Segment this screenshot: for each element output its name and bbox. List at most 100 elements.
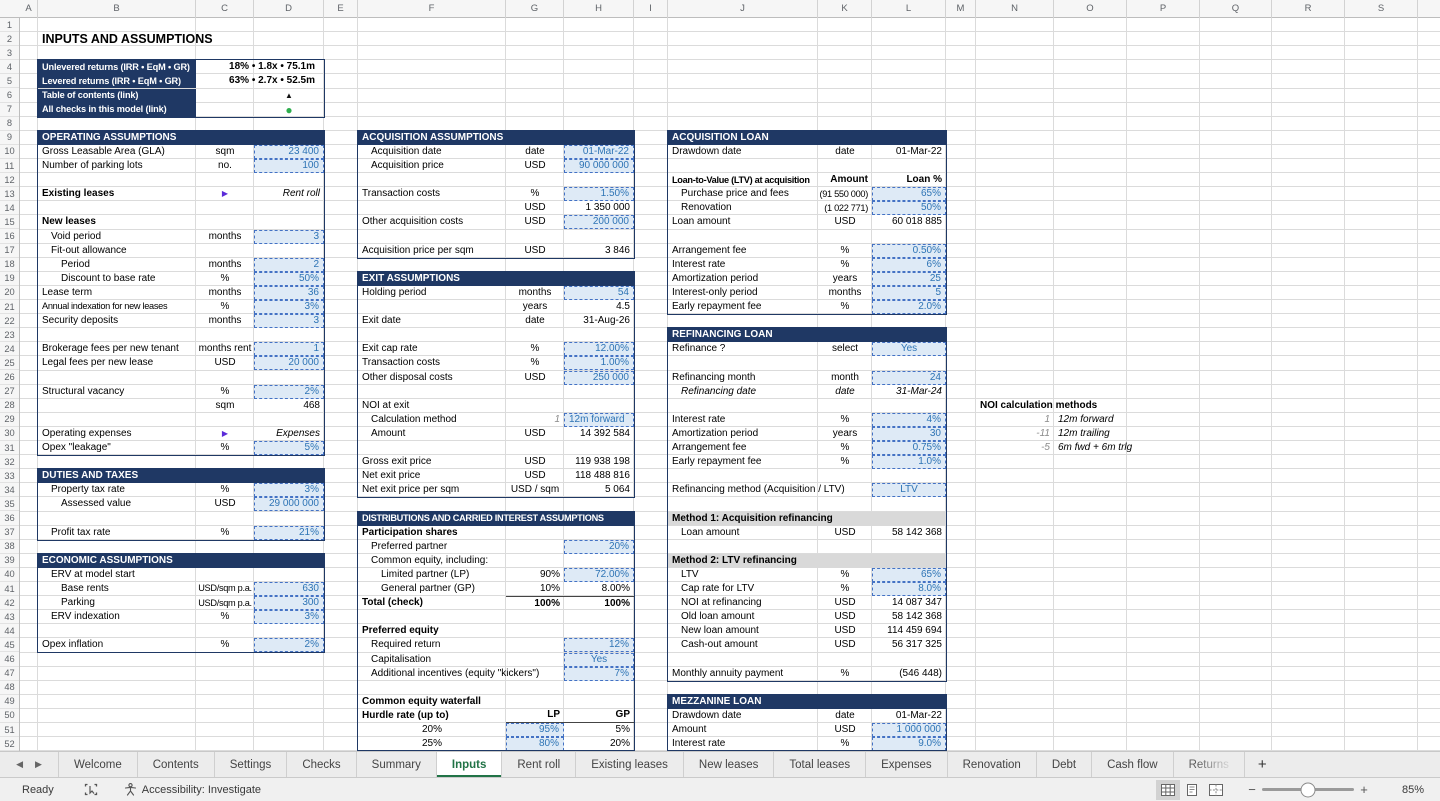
row-header-44[interactable]: 44 [0, 624, 19, 638]
zoom-in-button[interactable]: + [1354, 782, 1374, 797]
row-header-11[interactable]: 11 [0, 159, 19, 173]
cell-H46[interactable]: Yes [564, 653, 634, 667]
cell-L51[interactable]: 1 000 000 [872, 723, 946, 737]
row-header-47[interactable]: 47 [0, 667, 19, 681]
cell-D6[interactable]: ▲ [254, 89, 324, 103]
cell-D31[interactable]: 5% [254, 441, 324, 455]
column-header-E[interactable]: E [324, 0, 358, 18]
cell-L13[interactable]: 65% [872, 187, 946, 201]
row-header-20[interactable]: 20 [0, 286, 19, 300]
zoom-slider[interactable] [1262, 788, 1354, 791]
cell-L40[interactable]: 65% [872, 568, 946, 582]
column-header-C[interactable]: C [196, 0, 254, 18]
row-header-27[interactable]: 27 [0, 385, 19, 399]
cell-H45[interactable]: 12% [564, 638, 634, 652]
row-header-48[interactable]: 48 [0, 681, 19, 695]
row-header-14[interactable]: 14 [0, 201, 19, 215]
row-header-26[interactable]: 26 [0, 371, 19, 385]
tab-scroll-right-icon[interactable]: ▶ [35, 759, 42, 770]
cell-L34[interactable]: LTV [872, 483, 946, 497]
cell-H10[interactable]: 01-Mar-22 [564, 145, 634, 159]
cell-L31[interactable]: 0.75% [872, 441, 946, 455]
cell-L19[interactable]: 25 [872, 272, 946, 286]
column-header-D[interactable]: D [254, 0, 324, 18]
cell-D11[interactable]: 100 [254, 159, 324, 173]
cell-H47[interactable]: 7% [564, 667, 634, 681]
cell-G52[interactable]: 80% [506, 737, 564, 751]
column-header-O[interactable]: O [1054, 0, 1127, 18]
cell-D43[interactable]: 3% [254, 610, 324, 624]
row-header-29[interactable]: 29 [0, 413, 19, 427]
row-header-46[interactable]: 46 [0, 653, 19, 667]
row-header-8[interactable]: 8 [0, 117, 19, 131]
row-header-37[interactable]: 37 [0, 526, 19, 540]
cell-C13[interactable]: ▶ [196, 187, 254, 201]
sheet-tab-new-leases[interactable]: New leases [684, 752, 774, 777]
sheet-tab-total-leases[interactable]: Total leases [774, 752, 866, 777]
sheet-tab-returns[interactable]: Returns [1174, 752, 1245, 777]
row-header-18[interactable]: 18 [0, 258, 19, 272]
column-header-G[interactable]: G [506, 0, 564, 18]
row-header-51[interactable]: 51 [0, 723, 19, 737]
cell-L17[interactable]: 0.50% [872, 244, 946, 258]
row-header-2[interactable]: 2 [0, 32, 19, 46]
row-header-40[interactable]: 40 [0, 568, 19, 582]
column-header-L[interactable]: L [872, 0, 946, 18]
sheet-tab-debt[interactable]: Debt [1037, 752, 1092, 777]
sheet-tab-renovation[interactable]: Renovation [948, 752, 1037, 777]
row-header-4[interactable]: 4 [0, 60, 19, 74]
row-header-3[interactable]: 3 [0, 46, 19, 60]
row-header-17[interactable]: 17 [0, 244, 19, 258]
row-header-50[interactable]: 50 [0, 709, 19, 723]
sheet-tab-rent-roll[interactable]: Rent roll [502, 752, 576, 777]
zoom-out-button[interactable]: − [1242, 782, 1262, 797]
cell-D19[interactable]: 50% [254, 272, 324, 286]
cell-G51[interactable]: 95% [506, 723, 564, 737]
column-header-S[interactable]: S [1345, 0, 1418, 18]
cell-H11[interactable]: 90 000 000 [564, 159, 634, 173]
sheet-tab-settings[interactable]: Settings [215, 752, 288, 777]
row-header-25[interactable]: 25 [0, 356, 19, 370]
row-header-12[interactable]: 12 [0, 173, 19, 187]
sheet-tab-inputs[interactable]: Inputs [437, 752, 503, 777]
row-header-31[interactable]: 31 [0, 441, 19, 455]
row-header-6[interactable]: 6 [0, 89, 19, 103]
sheet-tab-expenses[interactable]: Expenses [866, 752, 948, 777]
sheet-tab-cash-flow[interactable]: Cash flow [1092, 752, 1174, 777]
cell-H26[interactable]: 250 000 [564, 371, 634, 385]
cell-D24[interactable]: 1 [254, 342, 324, 356]
cell-H25[interactable]: 1.00% [564, 356, 634, 370]
column-header-B[interactable]: B [38, 0, 196, 18]
cell-L21[interactable]: 2.0% [872, 300, 946, 314]
cell-L14[interactable]: 50% [872, 201, 946, 215]
cell-D37[interactable]: 21% [254, 526, 324, 540]
column-header-Q[interactable]: Q [1200, 0, 1272, 18]
row-header-32[interactable]: 32 [0, 455, 19, 469]
cell-H24[interactable]: 12.00% [564, 342, 634, 356]
column-header-N[interactable]: N [976, 0, 1054, 18]
row-header-23[interactable]: 23 [0, 328, 19, 342]
cell-D18[interactable]: 2 [254, 258, 324, 272]
cell-D30[interactable]: Expenses [254, 427, 324, 441]
row-header-13[interactable]: 13 [0, 187, 19, 201]
cell-D34[interactable]: 3% [254, 483, 324, 497]
column-header-I[interactable]: I [634, 0, 668, 18]
sheet-tab-welcome[interactable]: Welcome [58, 752, 138, 777]
column-header-J[interactable]: J [668, 0, 818, 18]
row-header-19[interactable]: 19 [0, 272, 19, 286]
sheet-tab-existing-leases[interactable]: Existing leases [576, 752, 684, 777]
row-header-35[interactable]: 35 [0, 497, 19, 511]
cell-L41[interactable]: 8.0% [872, 582, 946, 596]
cell-D35[interactable]: 29 000 000 [254, 497, 324, 511]
row-header-16[interactable]: 16 [0, 230, 19, 244]
row-header-21[interactable]: 21 [0, 300, 19, 314]
accessibility-status-button[interactable]: Accessibility: Investigate [124, 783, 261, 796]
cell-H38[interactable]: 20% [564, 540, 634, 554]
cell-D20[interactable]: 36 [254, 286, 324, 300]
cell-L24[interactable]: Yes [872, 342, 946, 356]
cell-L29[interactable]: 4% [872, 413, 946, 427]
cell-D27[interactable]: 2% [254, 385, 324, 399]
cell-L52[interactable]: 9.0% [872, 737, 946, 751]
column-header-A[interactable]: A [20, 0, 38, 18]
normal-view-button[interactable] [1156, 780, 1180, 800]
